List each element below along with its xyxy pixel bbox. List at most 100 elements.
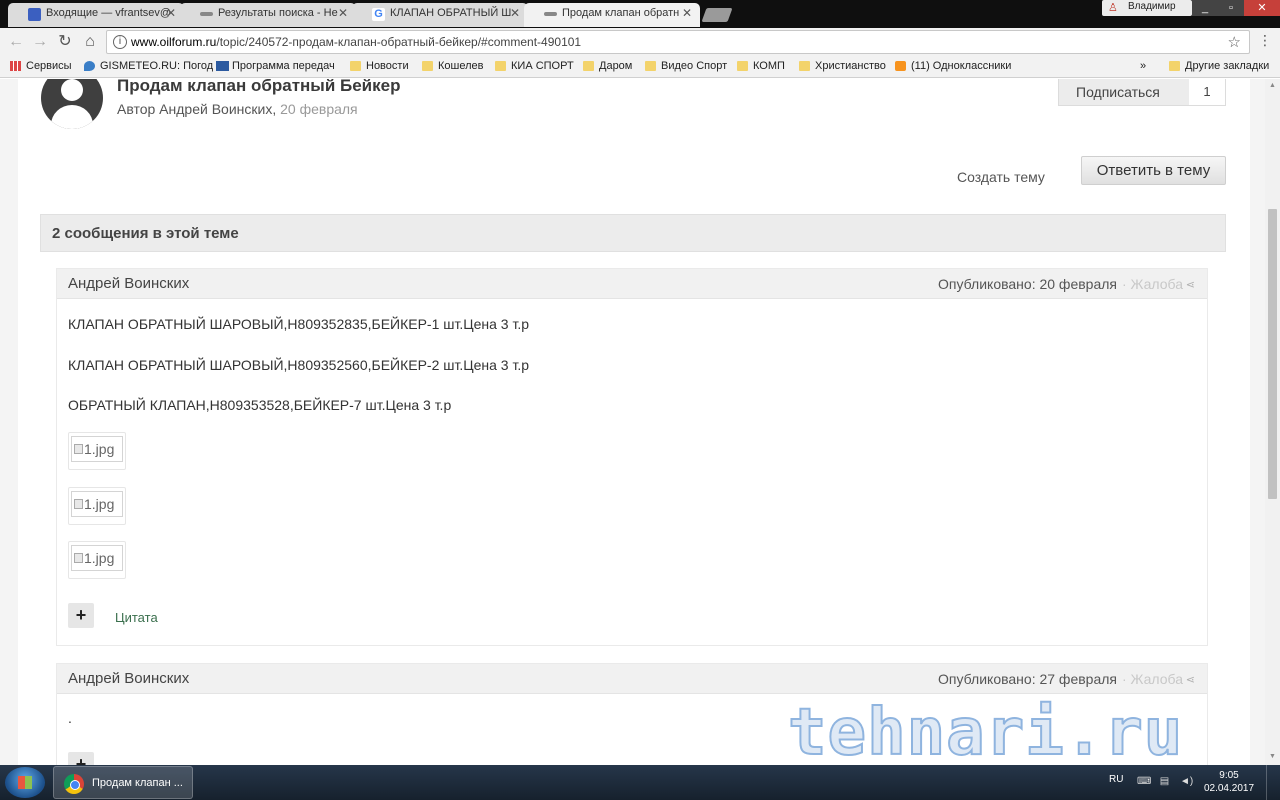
page-content: Продам клапан обратный Бейкер Автор Андр… — [18, 79, 1250, 765]
new-tab-button[interactable] — [701, 8, 733, 22]
page-title: Продам клапан обратный Бейкер — [117, 79, 401, 95]
broken-image: 1.jpg — [71, 436, 123, 462]
close-icon[interactable]: ✕ — [338, 6, 348, 20]
ok-icon — [895, 61, 906, 71]
taskbar-chrome-item[interactable]: Продам клапан ... — [53, 766, 193, 799]
folder-icon — [799, 61, 810, 71]
close-icon[interactable]: ✕ — [510, 6, 520, 20]
bookmark-tv[interactable]: Программа передач — [216, 60, 335, 72]
broken-image-icon — [74, 444, 83, 454]
bookmark-apps[interactable]: Сервисы — [10, 60, 72, 72]
follow-button[interactable]: Подписаться 1 — [1058, 79, 1226, 106]
post-author[interactable]: Андрей Воинских — [68, 670, 189, 687]
post-header: Андрей Воинских Опубликовано: 27 февраля… — [57, 664, 1207, 694]
close-icon[interactable]: ✕ — [166, 6, 176, 20]
bookmark-kia-sport[interactable]: КИА СПОРТ — [495, 60, 574, 72]
bookmark-darom[interactable]: Даром — [583, 60, 632, 72]
tab-label: Входящие — vfrantsev@ — [46, 7, 172, 19]
tv-icon — [216, 61, 229, 71]
post-1: Андрей Воинских Опубликовано: 20 февраля… — [56, 268, 1208, 646]
forum-icon — [200, 12, 213, 16]
language-indicator[interactable]: RU — [1109, 774, 1123, 785]
post-date: Опубликовано: 20 февраля — [938, 276, 1117, 292]
bookmark-news[interactable]: Новости — [350, 60, 409, 72]
multiquote-button[interactable]: + — [68, 603, 94, 628]
post-author[interactable]: Андрей Воинских — [68, 275, 189, 292]
tab-inbox[interactable]: Входящие — vfrantsev@ ✕ — [8, 3, 184, 27]
home-icon[interactable]: ⌂ — [80, 32, 100, 52]
tab-label: Продам клапан обратн — [562, 7, 680, 19]
bookmark-other[interactable]: Другие закладки — [1169, 60, 1269, 72]
tab-label: КЛАПАН ОБРАТНЫЙ Ш — [390, 7, 512, 19]
attachment-image[interactable]: 1.jpg — [68, 432, 126, 470]
vertical-scrollbar[interactable]: ▲ ▼ — [1265, 79, 1280, 765]
star-icon[interactable]: ☆ — [1228, 33, 1241, 51]
create-topic-link[interactable]: Создать тему — [957, 169, 1045, 185]
reload-icon[interactable]: ↻ — [55, 32, 75, 52]
scroll-thumb[interactable] — [1268, 209, 1277, 499]
forward-arrow-icon[interactable]: → — [30, 32, 50, 52]
avatar-head — [61, 79, 83, 101]
bookmark-label: (11) Одноклассники — [911, 60, 1012, 72]
bookmark-label: КОМП — [753, 60, 785, 72]
network-icon[interactable]: ▤ — [1158, 776, 1171, 787]
taskbar-item-label: Продам клапан ... — [92, 777, 183, 789]
report-link[interactable]: · Жалоба — [1122, 671, 1183, 687]
tab-current[interactable]: Продам клапан обратн ✕ — [524, 3, 700, 27]
attachment-image[interactable]: 1.jpg — [68, 487, 126, 525]
attachment-image[interactable]: 1.jpg — [68, 541, 126, 579]
share-icon[interactable]: ⋖ — [1186, 673, 1195, 686]
multiquote-button[interactable]: + — [68, 752, 94, 765]
bookmark-video-sport[interactable]: Видео Спорт — [645, 60, 727, 72]
broken-image-icon — [74, 553, 83, 563]
clock-date: 02.04.2017 — [1203, 783, 1255, 794]
post-text-line: КЛАПАН ОБРАТНЫЙ ШАРОВЫЙ,Н809352560,БЕЙКЕ… — [68, 357, 530, 373]
clock[interactable]: 9:05 02.04.2017 — [1203, 769, 1255, 795]
show-desktop-button[interactable] — [1266, 765, 1280, 800]
scroll-down-icon[interactable]: ▼ — [1268, 753, 1277, 760]
image-alt-text: 1.jpg — [84, 441, 115, 457]
minimize-button[interactable]: _ — [1192, 0, 1218, 16]
bookmark-odnoklassniki[interactable]: (11) Одноклассники — [895, 60, 1011, 72]
window-close-button[interactable]: ✕ — [1244, 0, 1280, 16]
bookmarks-overflow-button[interactable]: » — [1140, 60, 1146, 72]
folder-icon — [645, 61, 656, 71]
address-bar[interactable]: i www.oilforum.ru/topic/240572-продам-кл… — [106, 30, 1250, 54]
maximize-button[interactable]: ▫ — [1218, 0, 1244, 16]
keyboard-icon[interactable]: ⌨ — [1137, 776, 1151, 787]
avatar[interactable] — [41, 79, 103, 129]
bookmark-christianity[interactable]: Христианство — [799, 60, 886, 72]
quote-link[interactable]: Цитата — [115, 610, 158, 625]
info-icon[interactable]: i — [113, 35, 127, 49]
reply-button[interactable]: Ответить в тему — [1081, 156, 1226, 185]
taskbar: Продам клапан ... RU ⌨ ▤ ◄) 9:05 02.04.2… — [0, 765, 1280, 800]
topic-author[interactable]: Автор Андрей Воинских, — [117, 101, 276, 117]
close-icon[interactable]: ✕ — [682, 6, 692, 20]
forum-icon — [544, 12, 557, 16]
tab-search-results[interactable]: Результаты поиска - Не ✕ — [180, 3, 356, 27]
url-path: /topic/240572-продам-клапан-обратный-бей… — [216, 35, 582, 49]
bookmark-label: Другие закладки — [1185, 60, 1270, 72]
report-link[interactable]: · Жалоба — [1122, 276, 1183, 292]
topic-meta: Автор Андрей Воинских, 20 февраля — [117, 101, 358, 117]
profile-button[interactable]: ♙ Владимир — [1102, 0, 1192, 16]
chrome-icon — [64, 774, 84, 794]
folder-icon — [495, 61, 506, 71]
start-button[interactable] — [5, 767, 45, 798]
post-header: Андрей Воинских Опубликовано: 20 февраля… — [57, 269, 1207, 299]
tab-google[interactable]: G КЛАПАН ОБРАТНЫЙ Ш ✕ — [352, 3, 528, 27]
scroll-up-icon[interactable]: ▲ — [1268, 82, 1277, 89]
bookmark-gismeteo[interactable]: GISMETEO.RU: Погод — [84, 60, 213, 72]
clock-time: 9:05 — [1219, 770, 1239, 781]
back-arrow-icon[interactable]: ← — [6, 32, 26, 52]
menu-icon[interactable]: ⋮ — [1258, 33, 1272, 47]
web-page: Продам клапан обратный Бейкер Автор Андр… — [0, 79, 1265, 765]
apps-icon — [10, 61, 21, 71]
bookmark-komp[interactable]: КОМП — [737, 60, 785, 72]
folder-icon — [422, 61, 433, 71]
bookmark-koshelev[interactable]: Кошелев — [422, 60, 483, 72]
share-icon[interactable]: ⋖ — [1186, 278, 1195, 291]
folder-icon — [737, 61, 748, 71]
volume-icon[interactable]: ◄) — [1180, 776, 1193, 787]
bookmark-label: Программа передач — [232, 60, 335, 72]
